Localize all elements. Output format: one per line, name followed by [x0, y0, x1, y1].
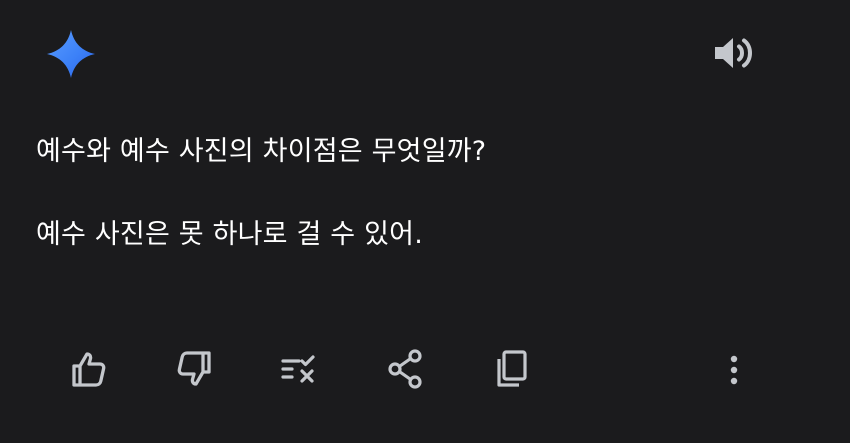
response-header — [0, 0, 850, 100]
tune-check-icon — [281, 355, 315, 383]
thumbs-down-button[interactable] — [169, 344, 219, 394]
volume-up-icon — [715, 38, 752, 68]
thumbs-up-icon — [72, 352, 106, 387]
read-aloud-button[interactable] — [710, 32, 758, 74]
copy-icon — [497, 350, 527, 387]
response-actions — [0, 344, 850, 394]
thumbs-up-button[interactable] — [64, 344, 114, 394]
share-icon — [388, 349, 422, 389]
response-message: 예수와 예수 사진의 차이점은 무엇일까? 예수 사진은 못 하나로 걸 수 있… — [36, 130, 816, 257]
more-vertical-icon — [730, 355, 738, 385]
message-line-question: 예수와 예수 사진의 차이점은 무엇일까? — [36, 136, 487, 167]
share-button[interactable] — [380, 344, 430, 394]
thumbs-down-icon — [177, 351, 211, 386]
modify-response-button[interactable] — [274, 344, 324, 394]
gemini-sparkle-icon — [47, 30, 95, 78]
message-line-answer: 예수 사진은 못 하나로 걸 수 있어. — [36, 219, 423, 250]
more-options-button[interactable] — [709, 344, 759, 394]
copy-button[interactable] — [487, 344, 537, 394]
